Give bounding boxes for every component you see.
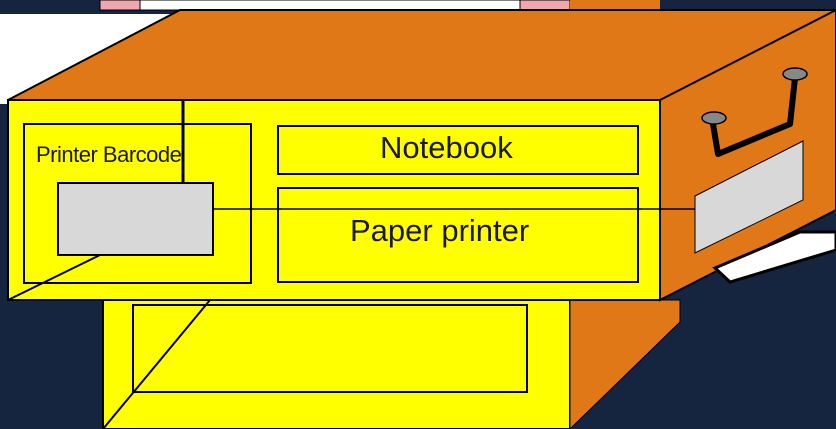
paper-printer-label: Paper printer xyxy=(350,213,530,248)
handle-bolt-left xyxy=(701,111,727,125)
pink-tab-left xyxy=(99,0,141,11)
pink-tab-right xyxy=(519,0,571,11)
lower-stand-side xyxy=(569,299,681,429)
lower-stand-front xyxy=(102,299,571,429)
notebook-label: Notebook xyxy=(380,130,513,165)
white-tab xyxy=(139,0,521,11)
handle-bolt-right xyxy=(782,67,808,81)
diagram-canvas: Printer Barcode Notebook Paper printer xyxy=(0,0,836,429)
orange-tab xyxy=(570,0,660,10)
barcode-card xyxy=(57,182,214,256)
printer-barcode-label: Printer Barcode xyxy=(36,142,182,167)
